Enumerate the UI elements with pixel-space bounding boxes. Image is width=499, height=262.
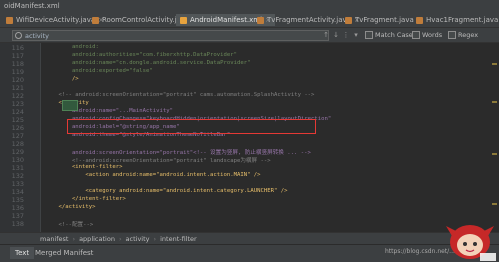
tab-label: TvFragment.java: [355, 16, 414, 24]
scrollbar-marker[interactable]: [492, 101, 497, 103]
previous-occurrence-icon[interactable]: ↑: [322, 31, 330, 39]
code-line: </intent-filter>: [45, 196, 126, 202]
window-title: oidManifest.xml: [4, 2, 60, 10]
code-line: android:exported="false": [45, 68, 153, 74]
tab-label: AndroidManifest.xml: [190, 16, 263, 24]
search-input[interactable]: [12, 30, 329, 41]
line-number: 132: [11, 172, 24, 180]
code-line: android:: [45, 44, 99, 50]
search-icon: [15, 32, 22, 39]
scrollbar-marker[interactable]: [492, 63, 497, 65]
code-line: android:authorities="com.fiberxhttp.Data…: [45, 52, 237, 58]
java-file-icon: [92, 16, 99, 24]
line-number: 119: [11, 68, 24, 76]
line-number: 121: [11, 84, 24, 92]
line-number: 130: [11, 156, 24, 164]
code-line: <action android:name="android.intent.act…: [45, 172, 261, 178]
line-number: 133: [11, 180, 24, 188]
line-number: 123: [11, 100, 24, 108]
line-number: 136: [11, 204, 24, 212]
line-number-gutter: 116 117 118 119 120 121 122 123 124 125 …: [0, 43, 41, 232]
line-number: 138: [11, 220, 24, 228]
breadcrumb-item[interactable]: manifest: [40, 235, 68, 243]
regex-label: Regex: [458, 31, 479, 39]
editor-tab-bar: WifiDeviceActivity.java × RoomControlAct…: [0, 13, 499, 28]
line-number: 124: [11, 108, 24, 116]
code-line: </activity>: [45, 204, 96, 210]
breadcrumb-item[interactable]: application: [79, 235, 115, 243]
code-line: />: [45, 76, 79, 82]
line-number: 129: [11, 148, 24, 156]
code-line: <!--配置-->: [45, 222, 94, 228]
tab-hvac1-fragment[interactable]: Hvac1Fragment.java ×: [412, 14, 499, 26]
regex-checkbox[interactable]: [448, 31, 456, 39]
filter-icon[interactable]: ▾: [352, 31, 360, 39]
breadcrumb-item[interactable]: intent-filter: [160, 235, 197, 243]
match-case-label: Match Case: [375, 31, 413, 39]
xml-file-icon: [180, 16, 187, 24]
line-number: 131: [11, 164, 24, 172]
tab-merged-manifest[interactable]: Merged Manifest: [30, 247, 98, 259]
line-number: 118: [11, 60, 24, 68]
breadcrumb-separator: ›: [72, 234, 76, 243]
annotation-highlight-box: [67, 119, 316, 134]
breadcrumb-item[interactable]: activity: [126, 235, 150, 243]
line-number: 122: [11, 92, 24, 100]
line-number: 137: [11, 212, 24, 220]
breadcrumb-separator: ›: [153, 234, 157, 243]
java-file-icon: [416, 16, 423, 24]
line-number: 125: [11, 116, 24, 124]
scrollbar-marker[interactable]: [492, 153, 497, 155]
tab-label: Text: [15, 249, 30, 257]
find-bar: ↑ ↓ ⋮ ▾ Match Case Words Regex: [0, 28, 499, 43]
java-file-icon: [6, 16, 13, 24]
breadcrumb-separator: ›: [118, 234, 122, 243]
tab-label: TvFragmentActivity.java: [267, 16, 351, 24]
search-match-highlight: [62, 100, 78, 111]
line-number: 135: [11, 196, 24, 204]
find-all-icon[interactable]: ⋮: [342, 31, 350, 39]
regex-option[interactable]: Regex: [448, 31, 478, 39]
line-number: 134: [11, 188, 24, 196]
java-file-icon: [257, 16, 264, 24]
code-line: <!-- android:screenOrientation="portrait…: [45, 92, 315, 98]
code-editor[interactable]: android: android:authorities="com.fiberx…: [41, 43, 499, 232]
line-number: 128: [11, 140, 24, 148]
line-number: 127: [11, 132, 24, 140]
words-option[interactable]: Words: [412, 31, 442, 39]
match-case-checkbox[interactable]: [365, 31, 373, 39]
breadcrumb: manifest › application › activity › inte…: [0, 232, 499, 244]
line-number: 120: [11, 76, 24, 84]
next-occurrence-icon[interactable]: ↓: [332, 31, 340, 39]
tab-label: Merged Manifest: [35, 249, 94, 257]
line-number: 117: [11, 52, 24, 60]
java-file-icon: [345, 16, 352, 24]
line-number: 116: [11, 44, 24, 52]
code-line: android:name="cn.dongle.android.service.…: [45, 60, 251, 66]
code-line: <intent-filter>: [45, 164, 123, 170]
tab-label: Hvac1Fragment.java: [426, 16, 499, 24]
scrollbar-marker[interactable]: [492, 203, 497, 205]
code-line: android:screenOrientation="portrait"<!--…: [45, 150, 311, 156]
code-line: <category android:name="android.intent.c…: [45, 188, 288, 194]
mascot-avatar: [446, 225, 496, 261]
tab-label: WifiDeviceActivity.java: [16, 16, 96, 24]
match-case-option[interactable]: Match Case: [365, 31, 413, 39]
window-title-bar: oidManifest.xml: [0, 0, 499, 13]
words-checkbox[interactable]: [412, 31, 420, 39]
code-line: <!--android:screenOrientation="portrait"…: [45, 158, 271, 164]
words-label: Words: [422, 31, 443, 39]
line-number: 126: [11, 124, 24, 132]
